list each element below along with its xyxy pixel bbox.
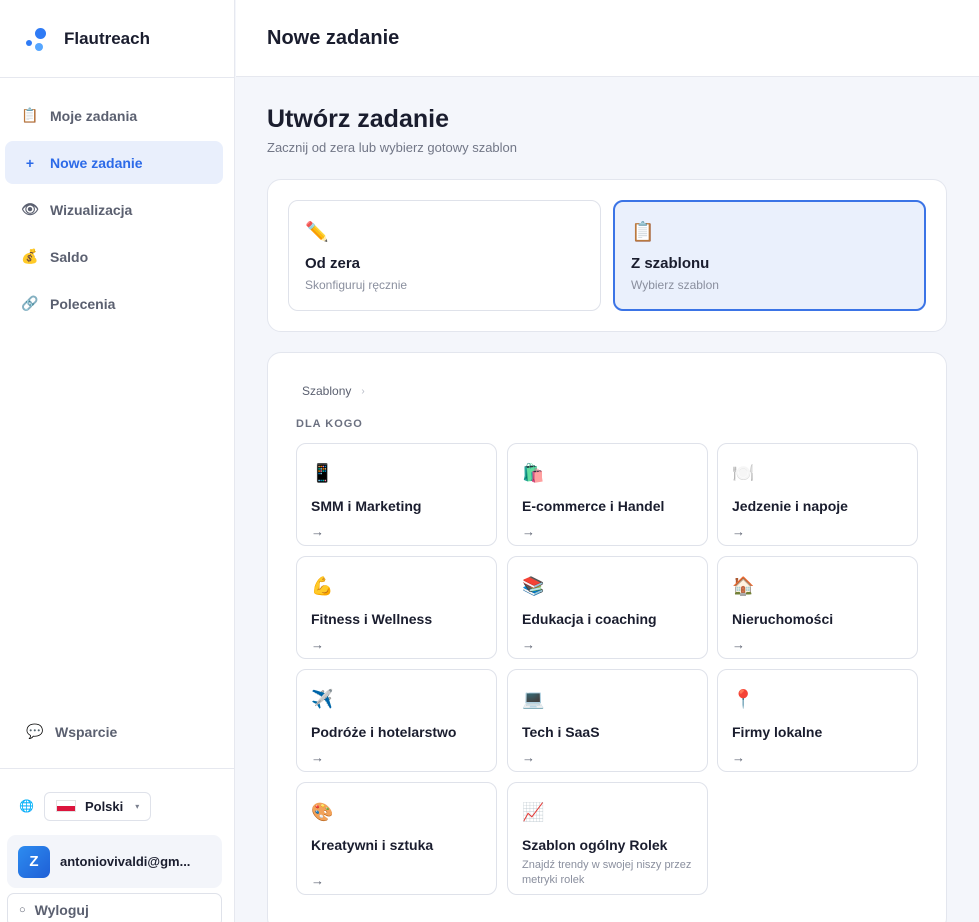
arrow-right-icon: → xyxy=(311,750,324,765)
arrow-right-icon: → xyxy=(311,873,324,888)
user-card[interactable]: Z antoniovivaldi@gm... xyxy=(7,835,222,888)
arrow-right-icon: → xyxy=(732,750,745,765)
sidebar-item-label: Saldo xyxy=(50,248,89,265)
mode-card-label: Od zera xyxy=(305,255,361,272)
template-tile-podroze[interactable]: ✈️ Podróże i hotelarstwo → xyxy=(296,669,497,772)
mode-selector: ✏️ Od zera Skonfiguruj ręcznie 📋 Z szabl… xyxy=(267,179,947,332)
phone-icon: 📱 xyxy=(311,463,334,483)
sidebar-item-saldo[interactable]: 💰 Saldo xyxy=(5,235,223,278)
mode-card-label: Z szablonu xyxy=(631,255,710,272)
section-label: DLA KOGO xyxy=(296,418,363,430)
sidebar-item-polecenia[interactable]: 🔗 Polecenia xyxy=(5,282,223,325)
avatar: Z xyxy=(18,845,50,878)
sidebar-nav: 📋 Moje zadania + Nowe zadanie 👁 Wizualiz… xyxy=(0,78,234,325)
sidebar-item-nowe-zadanie[interactable]: + Nowe zadanie xyxy=(5,141,223,184)
page-subtitle: Zacznij od zera lub wybierz gotowy szabl… xyxy=(267,140,518,155)
template-tile-label: Podróże i hotelarstwo xyxy=(311,724,457,740)
template-tile-label: Edukacja i coaching xyxy=(522,611,657,627)
poland-flag-icon xyxy=(55,800,76,812)
template-tile-firmy-lokalne[interactable]: 📍 Firmy lokalne → xyxy=(717,669,918,772)
sidebar-item-label: Nowe zadanie xyxy=(50,154,143,171)
laptop-icon: 💻 xyxy=(522,689,545,709)
template-tile-label: Jedzenie i napoje xyxy=(732,498,848,514)
template-tile-label: Kreatywni i sztuka xyxy=(311,837,434,853)
template-tile-label: Fitness i Wellness xyxy=(311,611,433,627)
speech-bubble-icon: 💬 xyxy=(26,723,44,739)
eye-icon: 👁 xyxy=(21,201,39,217)
logout-icon: ○ xyxy=(19,904,26,916)
mode-card-od-zera[interactable]: ✏️ Od zera Skonfiguruj ręcznie xyxy=(288,200,601,311)
sidebar-item-label: Moje zadania xyxy=(50,107,138,124)
language-row: 🌐 Polski ▾ xyxy=(0,769,235,843)
palette-icon: 🎨 xyxy=(311,802,334,822)
brand[interactable]: Flautreach xyxy=(0,0,234,78)
header-title: Nowe zadanie xyxy=(267,26,400,49)
sidebar-item-wizualizacja[interactable]: 👁 Wizualizacja xyxy=(5,188,223,231)
user-email: antoniovivaldi@gm... xyxy=(60,854,191,869)
template-tile-ecommerce[interactable]: 🛍️ E-commerce i Handel → xyxy=(507,443,708,546)
template-tile-description: Znajdź trendy w swojej niszy przez metry… xyxy=(522,859,692,886)
chevron-right-icon: › xyxy=(361,385,365,397)
language-value: Polski xyxy=(84,798,124,814)
template-tile-kreatywni[interactable]: 🎨 Kreatywni i sztuka → xyxy=(296,782,497,895)
template-tile-fitness[interactable]: 💪 Fitness i Wellness → xyxy=(296,556,497,659)
header: Nowe zadanie xyxy=(236,0,979,77)
template-tile-label: Nieruchomości xyxy=(732,611,834,627)
arrow-right-icon: → xyxy=(522,524,535,539)
sidebar: Flautreach 📋 Moje zadania + Nowe zadanie… xyxy=(0,0,235,922)
biceps-icon: 💪 xyxy=(311,576,334,596)
templates-panel: Szablony › DLA KOGO 📱 SMM i Marketing → … xyxy=(267,352,947,922)
plate-icon: 🍽️ xyxy=(732,463,755,483)
globe-icon: 🌐 xyxy=(19,799,34,813)
sidebar-item-moje-zadania[interactable]: 📋 Moje zadania xyxy=(5,94,223,137)
template-tile-smm[interactable]: 📱 SMM i Marketing → xyxy=(296,443,497,546)
arrow-right-icon: → xyxy=(311,637,324,652)
page-title: Utwórz zadanie xyxy=(267,105,449,133)
sidebar-item-label: Polecenia xyxy=(50,295,116,312)
brand-name: Flautreach xyxy=(64,28,150,48)
sidebar-footer: 🌐 Polski ▾ Z antoniovivaldi@gm... ○ Wylo… xyxy=(0,768,235,922)
shopping-bags-icon: 🛍️ xyxy=(522,463,545,483)
chart-icon: 📈 xyxy=(522,802,545,822)
breadcrumb: Szablony › xyxy=(302,384,365,398)
sidebar-item-wsparcie[interactable]: 💬 Wsparcie xyxy=(10,710,229,753)
arrow-right-icon: → xyxy=(311,524,324,539)
chevron-down-icon: ▾ xyxy=(135,801,140,811)
template-tile-label: SMM i Marketing xyxy=(311,498,422,514)
template-tile-label: Tech i SaaS xyxy=(522,724,600,740)
template-tile-edukacja[interactable]: 📚 Edukacja i coaching → xyxy=(507,556,708,659)
arrow-right-icon: → xyxy=(522,637,535,652)
mode-card-description: Skonfiguruj ręcznie xyxy=(305,278,408,292)
breadcrumb-templates[interactable]: Szablony xyxy=(302,384,351,398)
sidebar-item-label: Wizualizacja xyxy=(50,201,133,218)
template-tile-label: E-commerce i Handel xyxy=(522,498,665,514)
template-tile-label: Szablon ogólny Rolek xyxy=(522,837,668,853)
arrow-right-icon: → xyxy=(732,637,745,652)
template-tile-nieruchomosci[interactable]: 🏠 Nieruchomości → xyxy=(717,556,918,659)
template-tile-tech[interactable]: 💻 Tech i SaaS → xyxy=(507,669,708,772)
template-tile-label: Firmy lokalne xyxy=(732,724,823,740)
arrow-right-icon: → xyxy=(522,750,535,765)
sidebar-item-label: Wsparcie xyxy=(55,723,118,740)
house-icon: 🏠 xyxy=(732,576,755,596)
language-select[interactable]: Polski ▾ xyxy=(43,791,152,821)
link-icon: 🔗 xyxy=(21,295,39,311)
logo-icon xyxy=(24,26,48,52)
plus-icon: + xyxy=(25,154,35,171)
pin-icon: 📍 xyxy=(732,689,755,709)
template-tile-ogolny-rolek[interactable]: 📈 Szablon ogólny Rolek Znajdź trendy w s… xyxy=(507,782,708,895)
clipboard-icon: 📋 xyxy=(631,222,655,243)
arrow-right-icon: → xyxy=(732,524,745,539)
clipboard-icon: 📋 xyxy=(21,107,39,123)
mode-card-description: Wybierz szablon xyxy=(631,278,719,292)
pencil-icon: ✏️ xyxy=(305,222,329,243)
template-tile-jedzenie[interactable]: 🍽️ Jedzenie i napoje → xyxy=(717,443,918,546)
mode-card-z-szablonu[interactable]: 📋 Z szablonu Wybierz szablon xyxy=(613,200,926,311)
logout-button[interactable]: ○ Wyloguj xyxy=(7,893,222,922)
airplane-icon: ✈️ xyxy=(311,689,334,709)
money-bag-icon: 💰 xyxy=(21,248,39,264)
books-icon: 📚 xyxy=(522,576,545,596)
logout-label: Wyloguj xyxy=(34,902,89,918)
